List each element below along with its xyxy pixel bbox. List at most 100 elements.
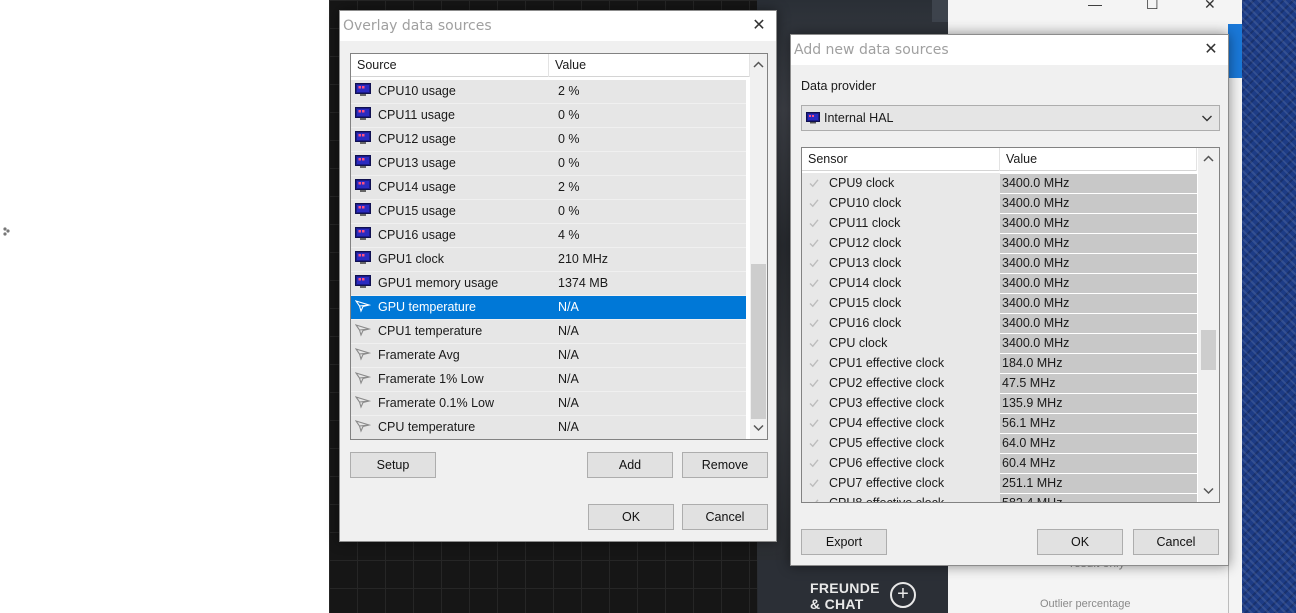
table-row[interactable]: CPU12 clock 3400.0 MHz (802, 233, 1197, 253)
table-row[interactable]: CPU5 effective clock 64.0 MHz (802, 433, 1197, 453)
scrollbar-thumb[interactable] (751, 264, 766, 419)
checkmark-icon[interactable] (808, 277, 820, 292)
table-row[interactable]: CPU temperature N/A (351, 416, 746, 439)
scroll-down-icon[interactable] (750, 419, 767, 436)
table-row[interactable]: Framerate 1% Low N/A (351, 368, 746, 392)
value-cell: 184.0 MHz (1002, 356, 1063, 370)
table-row[interactable]: GPU temperature N/A (351, 296, 746, 320)
sensor-cell: CPU8 effective clock (829, 496, 945, 503)
cancel-button[interactable]: Cancel (682, 504, 768, 530)
vertical-scrollbar[interactable] (750, 54, 767, 439)
table-row[interactable]: CPU11 clock 3400.0 MHz (802, 213, 1197, 233)
setup-button[interactable]: Setup (350, 452, 436, 478)
column-header-value[interactable]: Value (549, 54, 750, 77)
table-row[interactable]: CPU10 usage 2 % (351, 80, 746, 104)
checkmark-icon[interactable] (808, 257, 820, 272)
column-header-value[interactable]: Value (1000, 148, 1197, 171)
table-row[interactable]: CPU4 effective clock 56.1 MHz (802, 413, 1197, 433)
table-row[interactable]: CPU10 clock 3400.0 MHz (802, 193, 1197, 213)
table-row[interactable]: CPU13 clock 3400.0 MHz (802, 253, 1197, 273)
sensor-cell: CPU13 clock (829, 256, 902, 270)
data-provider-dropdown[interactable]: Internal HAL (801, 105, 1220, 131)
table-row[interactable]: CPU1 effective clock 184.0 MHz (802, 353, 1197, 373)
value-cell: 251.1 MHz (1002, 476, 1063, 490)
remove-button[interactable]: Remove (682, 452, 768, 478)
checkmark-icon[interactable] (808, 237, 820, 252)
checkmark-icon[interactable] (808, 337, 820, 352)
add-friend-icon[interactable]: + (890, 582, 916, 608)
checkmark-icon[interactable] (808, 197, 820, 212)
monitor-icon (355, 131, 371, 148)
close-icon[interactable]: ✕ (742, 11, 776, 41)
table-row[interactable]: CPU11 usage 0 % (351, 104, 746, 128)
scrollbar-thumb[interactable] (1201, 330, 1216, 370)
table-row[interactable]: CPU13 usage 0 % (351, 152, 746, 176)
table-row[interactable]: CPU3 effective clock 135.9 MHz (802, 393, 1197, 413)
sensor-cell: CPU5 effective clock (829, 436, 945, 450)
value-cell: 0 % (558, 156, 580, 170)
export-button[interactable]: Export (801, 529, 887, 555)
close-icon[interactable]: ✕ (1204, 0, 1216, 13)
scroll-up-icon[interactable] (1200, 151, 1217, 168)
plane-icon (354, 371, 372, 388)
value-cell: 3400.0 MHz (1002, 216, 1070, 230)
value-cell: N/A (558, 396, 579, 410)
checkmark-icon[interactable] (808, 217, 820, 232)
table-row[interactable]: CPU15 clock 3400.0 MHz (802, 293, 1197, 313)
source-cell: Framerate Avg (378, 348, 460, 362)
table-row[interactable]: CPU15 usage 0 % (351, 200, 746, 224)
table-row[interactable]: GPU1 memory usage 1374 MB (351, 272, 746, 296)
table-row[interactable]: CPU clock 3400.0 MHz (802, 333, 1197, 353)
maximize-icon[interactable]: ☐ (1146, 0, 1159, 13)
table-row[interactable]: CPU12 usage 0 % (351, 128, 746, 152)
checkmark-icon[interactable] (808, 457, 820, 472)
minimize-icon[interactable]: — (1088, 0, 1102, 12)
value-cell: 0 % (558, 204, 580, 218)
source-cell: GPU1 clock (378, 252, 444, 266)
checkmark-icon[interactable] (808, 317, 820, 332)
checkmark-icon[interactable] (808, 417, 820, 432)
table-row[interactable]: CPU14 usage 2 % (351, 176, 746, 200)
table-row[interactable]: CPU14 clock 3400.0 MHz (802, 273, 1197, 293)
table-row[interactable]: CPU7 effective clock 251.1 MHz (802, 473, 1197, 493)
checkmark-icon[interactable] (808, 477, 820, 492)
source-cell: CPU14 usage (378, 180, 456, 194)
checkmark-icon[interactable] (808, 377, 820, 392)
ok-button[interactable]: OK (1037, 529, 1123, 555)
table-row[interactable]: CPU8 effective clock 582.4 MHz (802, 493, 1197, 503)
table-row[interactable]: CPU2 effective clock 47.5 MHz (802, 373, 1197, 393)
source-cell: CPU12 usage (378, 132, 456, 146)
checkmark-icon[interactable] (808, 177, 820, 192)
table-row[interactable]: Framerate 0.1% Low N/A (351, 392, 746, 416)
checkmark-icon[interactable] (808, 357, 820, 372)
table-row[interactable]: GPU1 clock 210 MHz (351, 248, 746, 272)
table-row[interactable]: CPU9 clock 3400.0 MHz (802, 173, 1197, 193)
checkmark-icon[interactable] (808, 497, 820, 502)
value-cell: 0 % (558, 108, 580, 122)
vertical-scrollbar[interactable] (1198, 148, 1219, 502)
plane-icon (354, 419, 372, 436)
scroll-down-icon[interactable] (1200, 482, 1217, 499)
table-row[interactable]: CPU16 usage 4 % (351, 224, 746, 248)
sensor-list[interactable]: Sensor Value CPU9 clock 3400.0 MHz CPU10 c… (801, 147, 1220, 503)
table-row[interactable]: CPU6 effective clock 60.4 MHz (802, 453, 1197, 473)
scroll-up-icon[interactable] (750, 57, 767, 74)
checkmark-icon[interactable] (808, 397, 820, 412)
table-row[interactable]: Framerate Avg N/A (351, 344, 746, 368)
add-button[interactable]: Add (587, 452, 673, 478)
value-cell: 3400.0 MHz (1002, 256, 1070, 270)
overlay-sources-list[interactable]: Source Value CPU10 usage 2 % CPU11 usage 0 … (350, 53, 768, 440)
checkmark-icon[interactable] (808, 437, 820, 452)
checkmark-icon[interactable] (808, 297, 820, 312)
table-row[interactable]: CPU16 clock 3400.0 MHz (802, 313, 1197, 333)
cancel-button[interactable]: Cancel (1133, 529, 1219, 555)
source-cell: CPU11 usage (378, 108, 455, 122)
ok-button[interactable]: OK (588, 504, 674, 530)
column-header-sensor[interactable]: Sensor (802, 148, 1000, 171)
close-icon[interactable]: ✕ (1194, 35, 1228, 65)
overlay-data-sources-dialog: Overlay data sources ✕ Source Value CPU1… (339, 10, 777, 542)
background-accent-bar (1228, 24, 1242, 78)
friends-chat-panel[interactable]: FREUNDE & CHAT + (758, 560, 948, 613)
column-header-source[interactable]: Source (351, 54, 549, 77)
table-row[interactable]: CPU1 temperature N/A (351, 320, 746, 344)
